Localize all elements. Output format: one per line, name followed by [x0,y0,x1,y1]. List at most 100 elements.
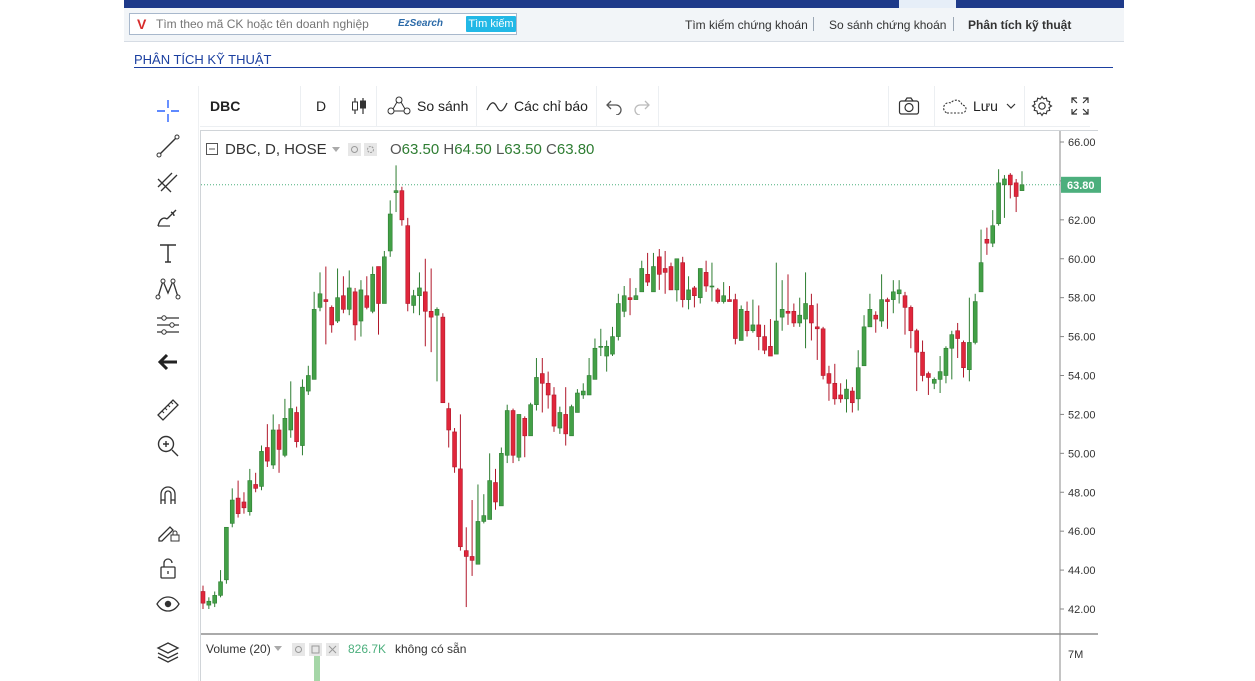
candle [557,406,563,434]
candle-body [820,328,826,376]
candle-body [920,351,925,376]
volume-title[interactable]: Volume (20) [206,642,271,656]
price-axis[interactable]: 42.00 44.00 46.00 48.00 50.00 52.00 54.00 56.00… [1060,137,1101,661]
candle-body [896,289,902,295]
candle-body [797,314,802,324]
candle [768,319,773,357]
candle-body [715,289,721,302]
candle [417,272,422,316]
candle [978,229,984,293]
collapse-icon[interactable] [206,143,218,155]
candle [329,305,334,333]
candle-body [528,404,533,437]
candle [616,293,621,341]
candle [229,488,235,528]
candle [224,526,229,584]
candle-body [224,526,229,581]
high-value: 64.50 [454,141,492,158]
candle [463,527,469,608]
candle [200,585,206,609]
candle [452,428,457,473]
y-tick-label: 54.00 [1068,371,1096,383]
candle [680,256,685,308]
candle-body [610,336,615,355]
candle [662,250,668,294]
candle-body [692,287,697,297]
candle [270,414,276,469]
candle-body [545,382,551,396]
y-tick-label: 66.00 [1068,137,1096,149]
candle-body [914,330,919,353]
candle [937,356,943,394]
candle-body [955,330,960,339]
candle [423,258,428,347]
candle-body [744,310,750,332]
price-chart[interactable]: 42.00 44.00 46.00 48.00 50.00 52.00 54.00 56.00… [0,0,1255,681]
candle [522,416,528,458]
candle-body [475,521,481,565]
candle-body [329,307,334,326]
candle [411,289,416,314]
candle [300,379,305,456]
volume-menu-caret-icon[interactable] [274,646,282,652]
candle-body [703,272,709,287]
candle [288,381,294,438]
candle [645,252,650,286]
candle-body [592,347,598,380]
candle [738,305,744,341]
candle-body [867,309,873,328]
series-menu-caret-icon[interactable] [332,147,340,153]
candle-body [411,295,416,306]
candle-body [861,326,867,367]
candle [774,262,779,355]
candle-body [481,515,487,522]
candle-body [598,346,604,348]
candle [399,186,405,226]
candle [908,305,914,349]
candle-body [1008,174,1013,186]
candle [551,387,557,432]
grid [201,131,1098,681]
candle [405,217,411,312]
candle-body [668,266,674,291]
candle [621,285,627,318]
candle [867,293,873,328]
candle-body [733,299,738,339]
candle [838,383,843,403]
candle-body [335,297,340,322]
candle-body [627,297,633,300]
candle [803,272,808,349]
candle [633,287,639,300]
series-title[interactable]: DBC, D, HOSE [225,141,327,158]
candle [540,357,545,413]
candle-body [756,324,762,337]
candle-body [440,316,446,404]
candle-body [791,310,797,324]
candle [902,291,908,335]
candle [814,303,820,360]
candle [949,330,955,380]
candle [481,494,487,524]
candle [896,280,902,304]
candle-body [639,268,645,293]
candle [733,293,738,345]
series-visibility-icon[interactable] [348,143,378,156]
candle-body [762,336,767,351]
candle [434,307,440,382]
candle-body [738,309,744,341]
candle [265,424,270,467]
candle [598,328,604,357]
candle-body [428,310,434,318]
y-tick-label: 42.00 [1068,604,1096,616]
candle [715,287,721,304]
volume-controls-icon[interactable] [292,643,340,656]
candle-body [621,295,627,312]
candle [358,280,364,337]
candle-body [270,429,276,466]
candle [668,262,674,291]
candle [469,500,475,576]
candle [709,262,715,302]
candle-body [387,213,393,252]
candle-body [1013,182,1019,197]
candle [990,210,996,248]
